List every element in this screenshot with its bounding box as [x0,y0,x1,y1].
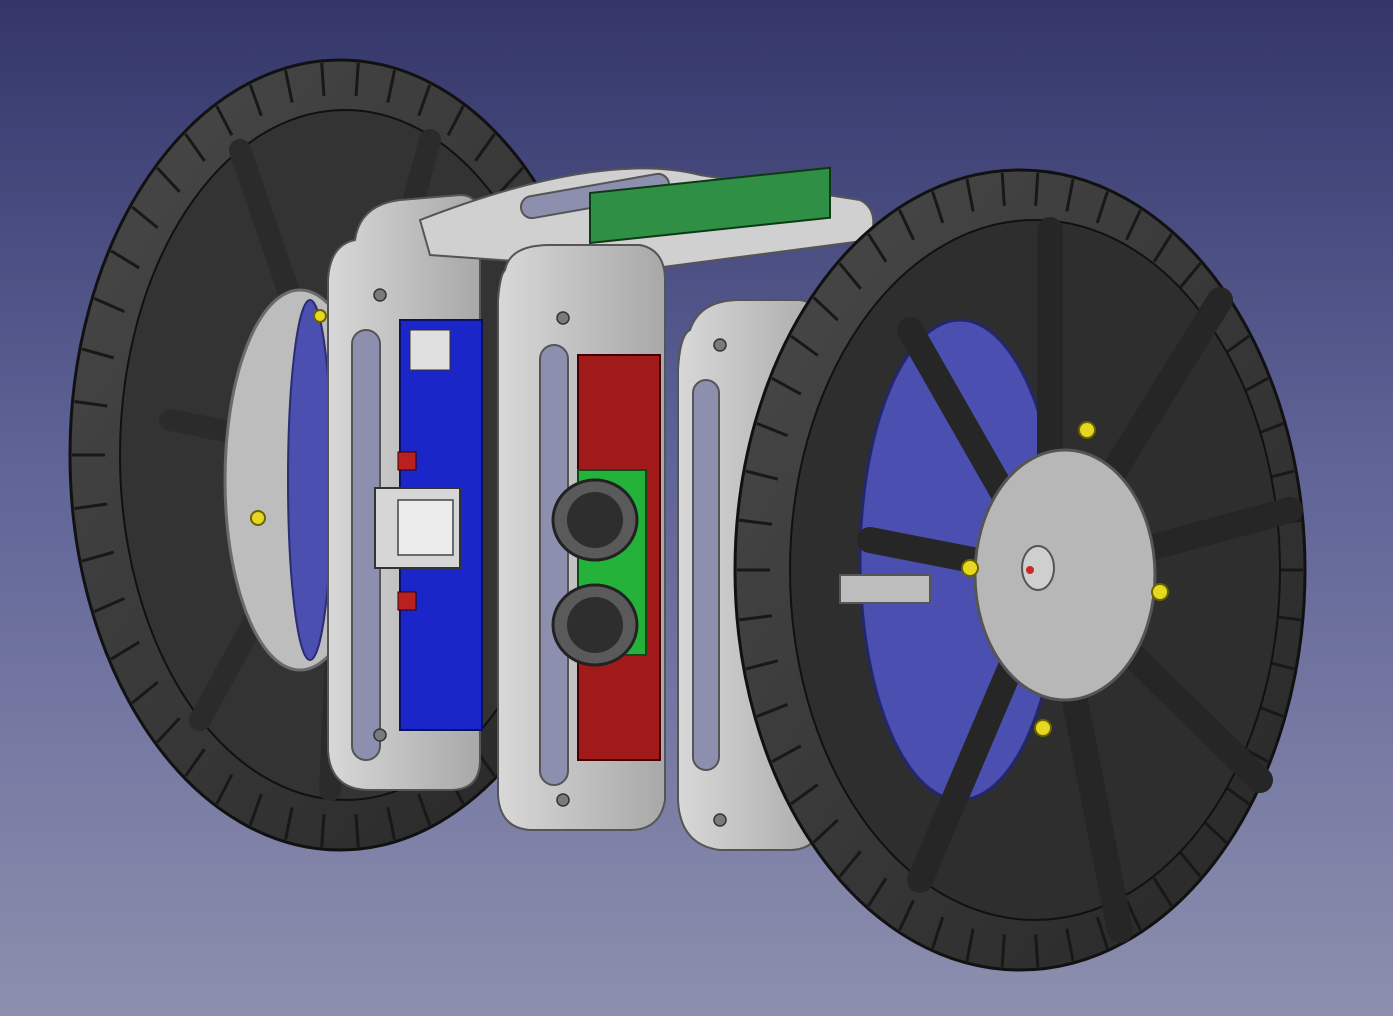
left-hub-bolt [250,510,266,526]
tread-groove [1034,934,1040,968]
hub-bolt [1151,583,1169,601]
axle-shaft [839,574,931,604]
right-wheel-hub-disc [973,448,1157,702]
frame-slot [539,344,569,786]
hub-bolt [1078,421,1096,439]
tread-groove [1000,172,1006,206]
robot-model-render[interactable] [0,0,1393,1016]
axle-center [1026,566,1034,574]
tread-groove [1000,934,1006,968]
hub-bolt [961,559,979,577]
frame-slot [692,379,720,771]
wifi-chip [397,499,454,556]
left-motor-plate [287,299,333,661]
3d-viewport[interactable] [0,0,1393,1016]
reset-button [397,451,417,471]
right-wheel [733,168,1307,972]
left-hub-bolt [313,309,327,323]
tread-groove [1034,172,1040,206]
pcb-header-top [409,329,451,371]
hub-bolt [1034,719,1052,737]
boot-button [397,591,417,611]
